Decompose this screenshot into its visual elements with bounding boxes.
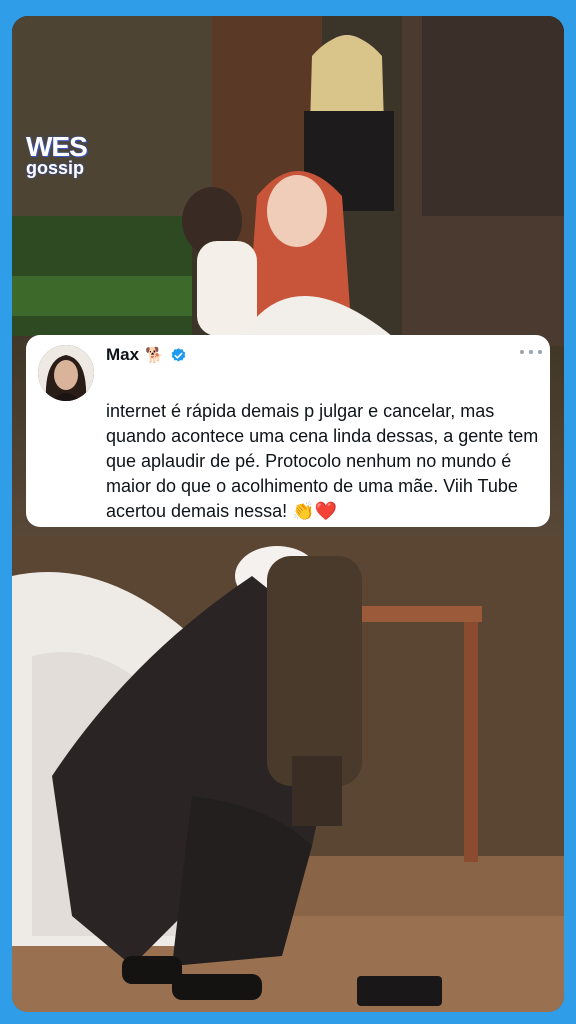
brand-logo-line2: gossip <box>26 158 85 178</box>
author-row: Max 🐕 <box>106 344 187 366</box>
brand-logo: WES gossip <box>26 131 116 178</box>
author-name[interactable]: Max <box>106 345 139 365</box>
post-frame: WES gossip Max 🐕 internet é rápida demai… <box>0 0 576 1024</box>
tweet-card[interactable]: Max 🐕 internet é rápida demais p julgar … <box>26 335 550 527</box>
author-avatar[interactable] <box>38 345 94 401</box>
brand-logo-line1: WES <box>26 131 88 162</box>
verified-badge-icon <box>171 347 186 362</box>
tweet-text: internet é rápida demais p julgar e canc… <box>106 401 539 521</box>
more-options-icon[interactable] <box>520 347 542 357</box>
dog-emoji-icon: 🐕 <box>145 346 164 364</box>
avatar-image <box>38 345 94 401</box>
